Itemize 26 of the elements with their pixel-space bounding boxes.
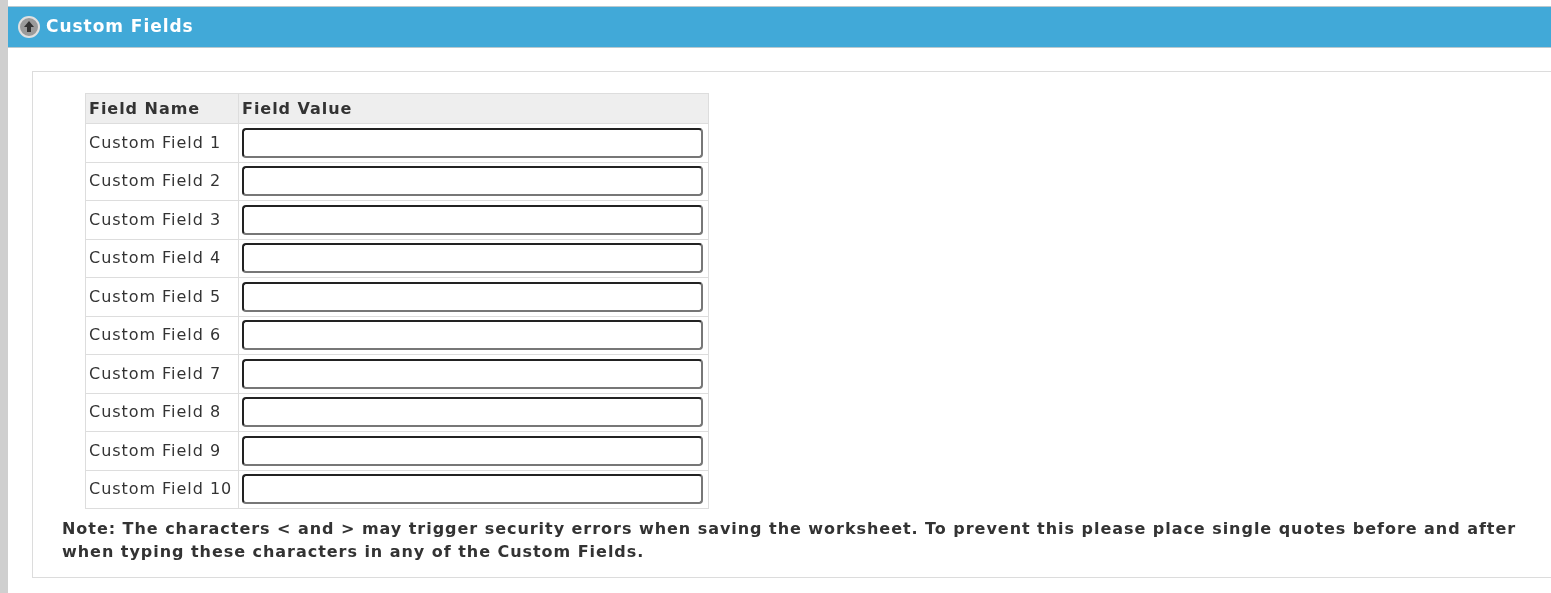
input-field[interactable] — [242, 204, 703, 235]
section-title: Custom Fields — [46, 15, 194, 39]
column-header: Field Name — [85, 93, 239, 124]
input-field[interactable] — [242, 435, 703, 466]
field-name: Custom Field 10 — [85, 470, 239, 509]
input-field[interactable] — [242, 243, 703, 274]
field-name: Custom Field 2 — [85, 162, 239, 201]
input-field[interactable] — [242, 474, 703, 505]
input-field[interactable] — [242, 166, 703, 197]
section-header[interactable]: Custom Fields — [8, 6, 1551, 48]
field-name: Custom Field 4 — [85, 239, 239, 278]
input-field[interactable] — [242, 358, 703, 389]
collapse-icon[interactable] — [18, 16, 40, 38]
input-field[interactable] — [242, 127, 703, 158]
field-name: Custom Field 7 — [85, 354, 239, 393]
field-name: Custom Field 3 — [85, 200, 239, 239]
column-header: Field Value — [238, 93, 709, 124]
input-field[interactable] — [242, 281, 703, 312]
field-name: Custom Field 9 — [85, 431, 239, 470]
note-text: Note: The characters < and > may trigger security errors when saving the worksheet. To prevent this please place single quotes before and after when typing these characters in any of the Custom Fields. — [62, 518, 1518, 563]
input-field[interactable] — [242, 397, 703, 428]
input-field[interactable] — [242, 320, 703, 351]
field-name: Custom Field 1 — [85, 123, 239, 162]
field-name: Custom Field 8 — [85, 393, 239, 432]
field-name: Custom Field 5 — [85, 277, 239, 316]
field-name: Custom Field 6 — [85, 316, 239, 355]
